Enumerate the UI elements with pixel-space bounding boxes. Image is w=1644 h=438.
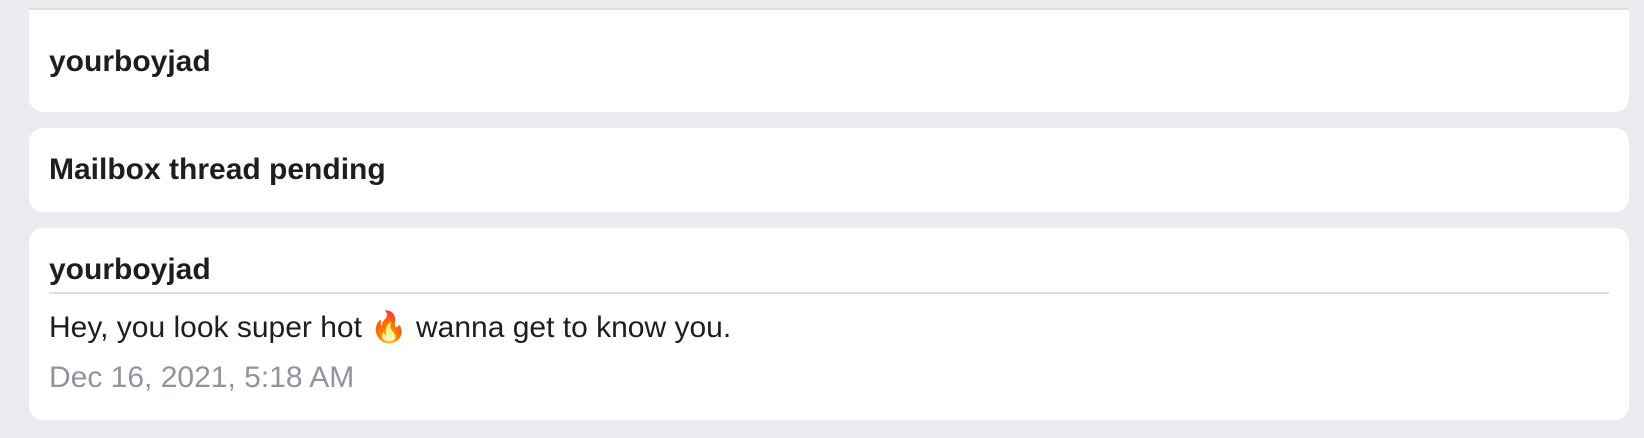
- message-body: Hey, you look super hot 🔥 wanna get to k…: [49, 311, 732, 344]
- thread-header-card: yourboyjad: [29, 8, 1629, 112]
- mailbox-thread-page: yourboyjad Mailbox thread pending yourbo…: [0, 0, 1644, 438]
- message-timestamp: Dec 16, 2021, 5:18 AM: [49, 361, 355, 394]
- thread-status-card: Mailbox thread pending: [29, 128, 1629, 212]
- thread-username[interactable]: yourboyjad: [49, 42, 211, 82]
- message-card: yourboyjad Hey, you look super hot 🔥 wan…: [29, 228, 1629, 420]
- message-sender[interactable]: yourboyjad: [49, 248, 211, 292]
- message-divider: [49, 292, 1609, 294]
- thread-status-text: Mailbox thread pending: [49, 153, 386, 186]
